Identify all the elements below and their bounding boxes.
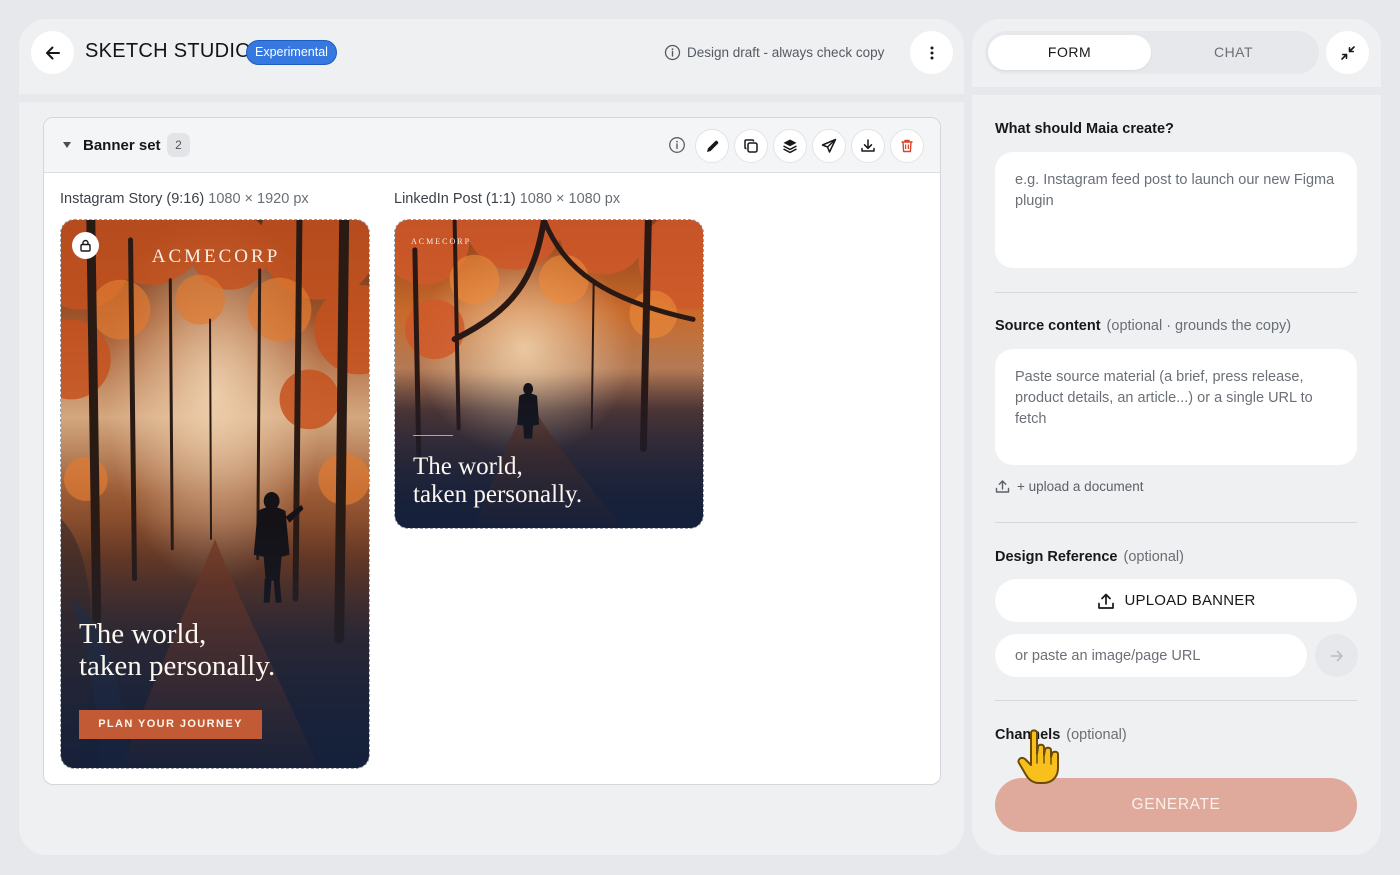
- source-label: Source content (optional · grounds the co…: [995, 318, 1291, 334]
- form-panel: FORM CHAT What should Maia create? e.g. …: [972, 19, 1381, 855]
- autumn-forest-image: [61, 220, 369, 768]
- design-ref-label-text: Design Reference: [995, 549, 1118, 565]
- top-bar: SKETCH STUDIO Experimental Design draft …: [19, 19, 964, 85]
- banner-tagline: The world, taken personally.: [79, 618, 275, 683]
- reference-url-input[interactable]: [995, 634, 1307, 677]
- design-ref-optional-hint: (optional): [1123, 549, 1184, 565]
- divider: [995, 700, 1357, 701]
- variant-name: LinkedIn Post (1:1): [394, 191, 516, 207]
- tagline-line-1: The world,: [413, 453, 523, 480]
- variant-label-story: Instagram Story (9:16) 1080 × 1920 px: [60, 191, 309, 207]
- tab-chat[interactable]: CHAT: [1152, 35, 1315, 70]
- banner-preview-post[interactable]: ACMECORP The world, taken personally.: [394, 219, 704, 529]
- banner-count-badge: 2: [167, 133, 190, 157]
- collapse-caret-icon[interactable]: [63, 142, 71, 148]
- upload-icon: [995, 480, 1010, 493]
- banner-preview-story[interactable]: ACMECORP The world, taken personally. PL…: [60, 219, 370, 769]
- experimental-badge: Experimental: [246, 40, 337, 65]
- banner-set-title: Banner set: [83, 137, 161, 154]
- upload-document-link[interactable]: + upload a document: [995, 479, 1143, 494]
- tagline-line-2: taken personally.: [79, 650, 276, 683]
- divider: [972, 87, 1381, 95]
- info-icon[interactable]: [668, 136, 686, 154]
- accent-rule: [413, 435, 453, 436]
- delete-button[interactable]: [890, 129, 924, 163]
- arrow-left-icon: [45, 46, 60, 59]
- tab-form[interactable]: FORM: [988, 35, 1151, 70]
- more-options-button[interactable]: [910, 31, 953, 74]
- tagline-line-1: The world,: [79, 618, 207, 650]
- duplicate-button[interactable]: [734, 129, 768, 163]
- mode-tabs: FORM CHAT: [985, 31, 1319, 74]
- variant-size: 1080 × 1080 px: [519, 191, 621, 207]
- submit-url-button[interactable]: [1315, 634, 1358, 677]
- edit-button[interactable]: [695, 129, 729, 163]
- divider: [995, 522, 1357, 523]
- send-button[interactable]: [812, 129, 846, 163]
- create-prompt-input[interactable]: e.g. Instagram feed post to launch our n…: [995, 152, 1357, 268]
- channels-label: Channels (optional): [995, 727, 1127, 743]
- brand-logo: ACMECORP: [411, 237, 472, 246]
- trash-icon: [901, 139, 913, 153]
- banner-set-card: Banner set 2 Instagram Story (9:16) 1080…: [43, 117, 941, 785]
- create-label: What should Maia create?: [995, 121, 1174, 137]
- arrow-right-icon: [1330, 650, 1343, 661]
- more-vertical-icon: [930, 46, 933, 59]
- divider: [995, 292, 1357, 293]
- divider: [19, 94, 964, 102]
- channels-optional-hint: (optional): [1066, 727, 1127, 743]
- upload-banner-button[interactable]: UPLOAD BANNER: [995, 579, 1357, 622]
- pencil-icon: [706, 140, 718, 152]
- info-icon: [664, 44, 681, 61]
- draft-note-text: Design draft - always check copy: [687, 45, 885, 60]
- banner-tagline: The world, taken personally.: [413, 453, 582, 509]
- collapse-panel-button[interactable]: [1326, 31, 1369, 74]
- upload-icon: [1097, 593, 1114, 609]
- banner-set-header: Banner set 2: [44, 118, 940, 173]
- source-content-input[interactable]: Paste source material (a brief, press re…: [995, 349, 1357, 465]
- draft-note: Design draft - always check copy: [664, 44, 884, 61]
- brand-logo: ACMECORP: [151, 246, 281, 267]
- download-icon: [861, 139, 875, 152]
- upload-banner-text: UPLOAD BANNER: [1124, 592, 1256, 609]
- layers-icon: [783, 139, 797, 154]
- cta-button[interactable]: PLAN YOUR JOURNEY: [79, 710, 262, 739]
- tagline-line-2: taken personally.: [413, 481, 583, 508]
- collapse-icon: [1340, 45, 1355, 60]
- design-ref-label: Design Reference (optional): [995, 549, 1184, 565]
- canvas-area: Banner set 2 Instagram Story (9:16) 1080…: [19, 102, 964, 855]
- layers-button[interactable]: [773, 129, 807, 163]
- variant-size: 1080 × 1920 px: [208, 191, 309, 207]
- copy-icon: [744, 139, 758, 153]
- editor-panel: SKETCH STUDIO Experimental Design draft …: [19, 19, 964, 855]
- channels-label-text: Channels: [995, 727, 1061, 743]
- back-button[interactable]: [31, 31, 74, 74]
- upload-document-text: + upload a document: [1017, 479, 1144, 494]
- generate-button[interactable]: GENERATE: [995, 778, 1357, 832]
- send-icon: [821, 138, 837, 153]
- variant-name: Instagram Story (9:16): [60, 191, 205, 207]
- app-title: SKETCH STUDIO: [85, 40, 252, 62]
- source-label-text: Source content: [995, 318, 1101, 334]
- source-optional-hint: (optional · grounds the copy): [1106, 318, 1292, 334]
- variant-label-post: LinkedIn Post (1:1) 1080 × 1080 px: [394, 191, 620, 207]
- download-button[interactable]: [851, 129, 885, 163]
